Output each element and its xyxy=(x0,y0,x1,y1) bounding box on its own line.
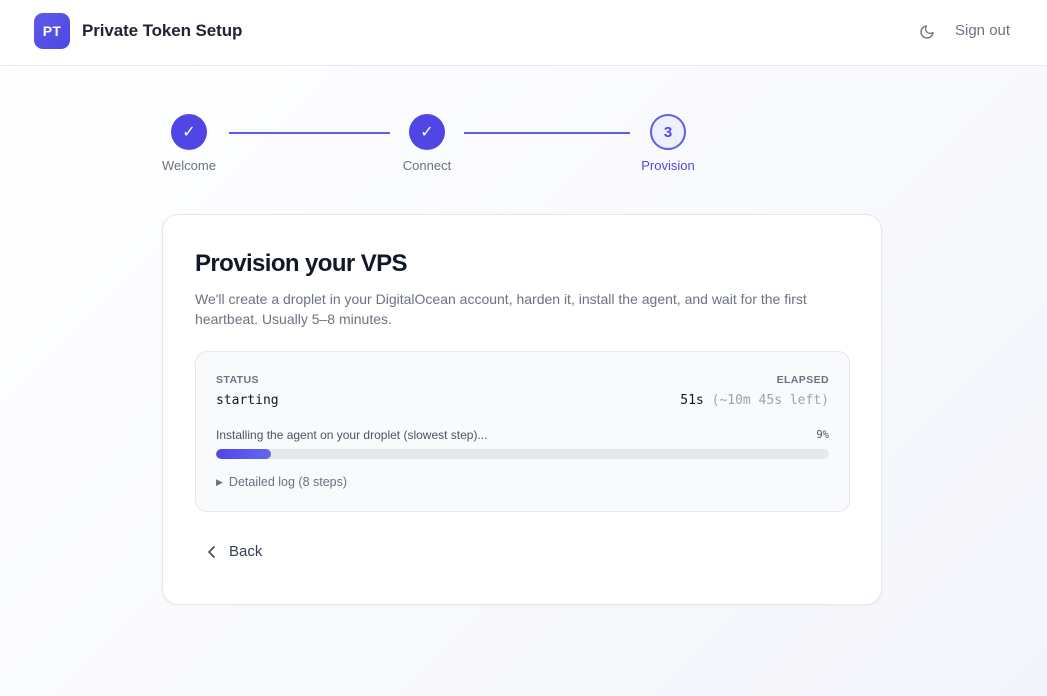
top-bar: PT Private Token Setup Sign out xyxy=(0,0,1047,66)
step-connect-check-icon: ✓ xyxy=(409,114,445,150)
step-welcome-check-icon: ✓ xyxy=(171,114,207,150)
progress-bar xyxy=(216,449,829,459)
chevron-left-icon xyxy=(208,545,215,558)
back-label: Back xyxy=(229,543,263,560)
progress-bar-fill xyxy=(216,449,272,459)
elapsed-label: ELAPSED xyxy=(776,374,829,386)
theme-toggle-button[interactable] xyxy=(915,20,939,44)
app-logo: PT xyxy=(34,13,70,49)
card-title: Provision your VPS xyxy=(195,250,408,277)
sign-out-link[interactable]: Sign out xyxy=(955,22,1010,39)
elapsed-readout: 51s (~10m 45s left) xyxy=(680,393,829,408)
status-label: STATUS xyxy=(216,374,259,386)
card-description: We'll create a droplet in your DigitalOc… xyxy=(195,291,807,327)
progress-message: Installing the agent on your droplet (sl… xyxy=(216,428,488,442)
elapsed-value: 51s xyxy=(680,393,704,408)
progress-percent: 9% xyxy=(816,429,829,441)
step-connector xyxy=(464,132,630,134)
moon-icon xyxy=(920,25,934,39)
status-panel: STATUS ELAPSED starting 51s (~10m 45s le… xyxy=(195,351,850,512)
detailed-log-toggle[interactable]: ▶ Detailed log (8 steps) xyxy=(216,475,347,489)
app-title: Private Token Setup xyxy=(82,21,243,40)
provision-card: Provision your VPS We'll create a drople… xyxy=(162,214,882,605)
step-label-provision: Provision xyxy=(641,158,695,173)
step-connector xyxy=(229,132,390,134)
detailed-log-label: Detailed log (8 steps) xyxy=(228,475,348,489)
step-provision-number: 3 xyxy=(650,114,686,150)
step-label-connect: Connect xyxy=(402,158,452,173)
elapsed-remaining: (~10m 45s left) xyxy=(711,393,829,408)
back-button[interactable]: Back xyxy=(207,543,262,560)
status-value: starting xyxy=(216,393,279,408)
caret-right-icon: ▶ xyxy=(216,476,223,487)
step-label-welcome: Welcome xyxy=(162,158,216,173)
